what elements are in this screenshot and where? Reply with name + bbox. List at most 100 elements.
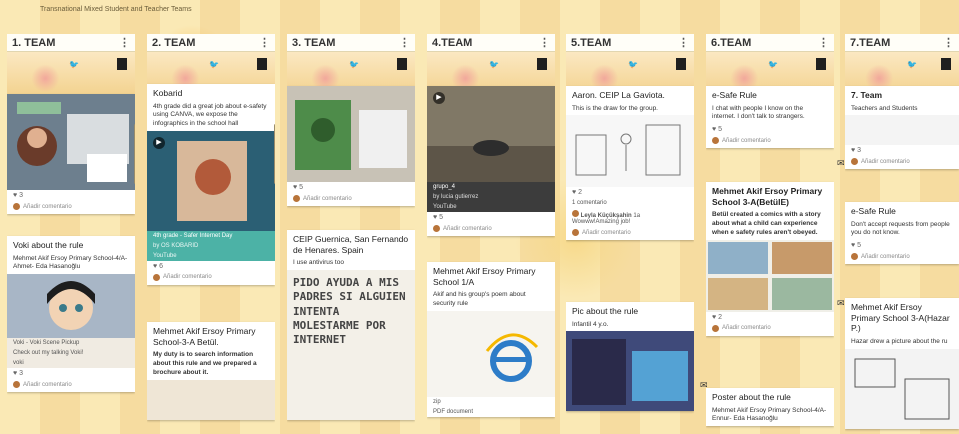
add-comment[interactable]: Añadir comentario [427, 223, 555, 236]
heart-icon[interactable]: ♥ [712, 126, 716, 133]
heart-icon[interactable]: ♥ [851, 242, 855, 249]
post-card[interactable]: Mehmet Akif Ersoy Primary School 1/A Aki… [427, 262, 555, 417]
post-body: 4th grade did a great job about e-safety… [153, 102, 267, 128]
comic-strip [706, 239, 834, 312]
vertical-ellipsis-icon[interactable]: ⋮ [818, 36, 829, 49]
post-card[interactable]: Mehmet Akif Ersoy Primary School-3-A Bet… [147, 322, 275, 420]
envelope-icon[interactable]: ✉ [700, 380, 708, 391]
column-scrollbar[interactable] [134, 124, 135, 184]
column-team-6: 6.TEAM ⋮ 🐦 e-Safe Rule I chat with peopl… [706, 34, 834, 434]
post-image [287, 86, 415, 182]
like-count[interactable]: ♥ 5 [845, 240, 959, 251]
like-count[interactable]: ♥ 3 [845, 145, 959, 156]
post-image [7, 274, 135, 339]
heart-icon[interactable]: ♥ [13, 192, 17, 199]
like-number: 3 [19, 370, 24, 378]
add-comment-label: Añadir comentario [23, 203, 72, 210]
heart-icon[interactable]: ♥ [433, 214, 437, 221]
comment-time: 1a [633, 213, 641, 220]
computer-drawing [854, 358, 950, 420]
column-header: 3. TEAM ⋮ [287, 34, 415, 52]
like-count[interactable]: ♥ 3 [7, 368, 135, 379]
post-card[interactable]: 7. Team Teachers and Students ♥ 3 Añadir… [845, 86, 959, 170]
avatar [13, 203, 20, 210]
add-comment[interactable]: Añadir comentario [845, 251, 959, 264]
add-comment-label: Añadir comentario [722, 325, 771, 332]
add-comment[interactable]: Añadir comentario [706, 323, 834, 336]
envelope-icon[interactable]: ✉ [837, 298, 845, 309]
add-comment[interactable]: Añadir comentario [706, 135, 834, 148]
like-count[interactable]: ♥ 5 [287, 182, 415, 193]
column-scrollbar[interactable] [274, 124, 275, 184]
like-count[interactable]: ♥ 5 [427, 212, 555, 223]
comment-count[interactable]: 1 comentario [566, 198, 694, 208]
vertical-ellipsis-icon[interactable]: ⋮ [399, 36, 410, 49]
attachment-name[interactable]: zip [427, 397, 555, 407]
add-comment[interactable]: Añadir comentario [287, 193, 415, 206]
heart-icon[interactable]: ♥ [712, 314, 716, 321]
vertical-ellipsis-icon[interactable]: ⋮ [119, 36, 130, 49]
sketch-image [566, 115, 694, 188]
vertical-ellipsis-icon[interactable]: ⋮ [678, 36, 689, 49]
post-card[interactable]: Mehmet Akif Ersoy Primary School 3-A(Haz… [845, 298, 959, 429]
link-description: Check out my talking Voki! [13, 350, 84, 357]
link-title[interactable]: Voki - Voki Scene Pickup [7, 338, 135, 348]
post-card[interactable]: ♥ 3 Añadir comentario [7, 94, 135, 214]
brochure-image [147, 379, 275, 420]
vertical-ellipsis-icon[interactable]: ⋮ [259, 36, 270, 49]
like-count[interactable]: ♥ 2 [706, 312, 834, 323]
heart-icon[interactable]: ♥ [153, 263, 157, 270]
post-card[interactable]: Mehmet Akif Ersoy Primary School 3-A(Bet… [706, 182, 834, 336]
post-card[interactable]: e-Safe Rule Don't accept requests from p… [845, 202, 959, 265]
post-body: Mehmet Akif Ersoy Primary School-4/A- Ah… [13, 254, 128, 271]
video-author: by OS KOBARID [153, 242, 199, 249]
post-card[interactable]: ♥ 5 Añadir comentario [287, 86, 415, 206]
post-card[interactable]: Voki about the rule Mehmet Akif Ersoy Pr… [7, 236, 135, 393]
video-thumbnail[interactable]: ▶ [147, 130, 275, 231]
like-number: 5 [718, 126, 723, 134]
add-comment-label: Añadir comentario [163, 274, 212, 281]
post-card[interactable]: Pic about the rule Infantil 4 y.o. [566, 302, 694, 412]
video-source: YouTube [433, 204, 457, 210]
like-number: 5 [299, 184, 304, 191]
video-author: by lucia gutierrez [433, 194, 479, 200]
post-card[interactable]: ▶ grupo_4 by lucia gutierrez YouTube ♥ 5… [427, 86, 555, 236]
post-card[interactable]: e-Safe Rule I chat with people I know on… [706, 86, 834, 149]
avatar [293, 195, 300, 202]
add-comment[interactable]: Añadir comentario [845, 156, 959, 169]
add-comment[interactable]: Añadir comentario [147, 272, 275, 285]
play-icon[interactable]: ▶ [433, 92, 445, 104]
vertical-ellipsis-icon[interactable]: ⋮ [539, 36, 550, 49]
play-icon[interactable]: ▶ [153, 136, 165, 149]
like-count[interactable]: ♥ 6 [147, 261, 275, 272]
post-card[interactable]: Poster about the rule Mehmet Akif Ersoy … [706, 388, 834, 427]
envelope-icon[interactable]: ✉ [837, 158, 845, 169]
video-title[interactable]: grupo_4 [427, 182, 555, 192]
like-count[interactable]: ♥ 2 [566, 187, 694, 198]
column-title: 3. TEAM [292, 36, 336, 49]
add-comment[interactable]: Añadir comentario [7, 379, 135, 392]
heart-icon[interactable]: ♥ [572, 189, 576, 196]
like-count[interactable]: ♥ 3 [7, 190, 135, 201]
youtube-icon [117, 58, 127, 70]
video-title[interactable]: 4th grade - Safer Internet Day [147, 231, 275, 241]
comment-text: Wowww!Amazing job! [572, 219, 631, 226]
mask-photo [287, 86, 415, 182]
like-count[interactable]: ♥ 5 [706, 124, 834, 135]
board-title: Transnational Mixed Student and Teacher … [40, 6, 192, 13]
add-comment[interactable]: Añadir comentario [566, 227, 694, 240]
video-thumbnail[interactable]: ▶ [427, 86, 555, 182]
post-card[interactable]: Kobarid 4th grade did a great job about … [147, 84, 275, 285]
add-comment-label: Añadir comentario [722, 137, 771, 144]
avatar [13, 381, 20, 389]
vertical-ellipsis-icon[interactable]: ⋮ [943, 36, 954, 49]
twitter-icon: 🐦 [69, 60, 79, 69]
heart-icon[interactable]: ♥ [851, 147, 855, 154]
video-preview-image [427, 86, 555, 182]
post-card[interactable]: Aaron. CEIP La Gaviota. This is the draw… [566, 86, 694, 241]
post-card[interactable]: CEIP Guernica, San Fernando de Henares. … [287, 230, 415, 421]
heart-icon[interactable]: ♥ [293, 184, 297, 191]
add-comment[interactable]: Añadir comentario [7, 201, 135, 214]
avatar [572, 229, 579, 237]
heart-icon[interactable]: ♥ [13, 370, 17, 377]
